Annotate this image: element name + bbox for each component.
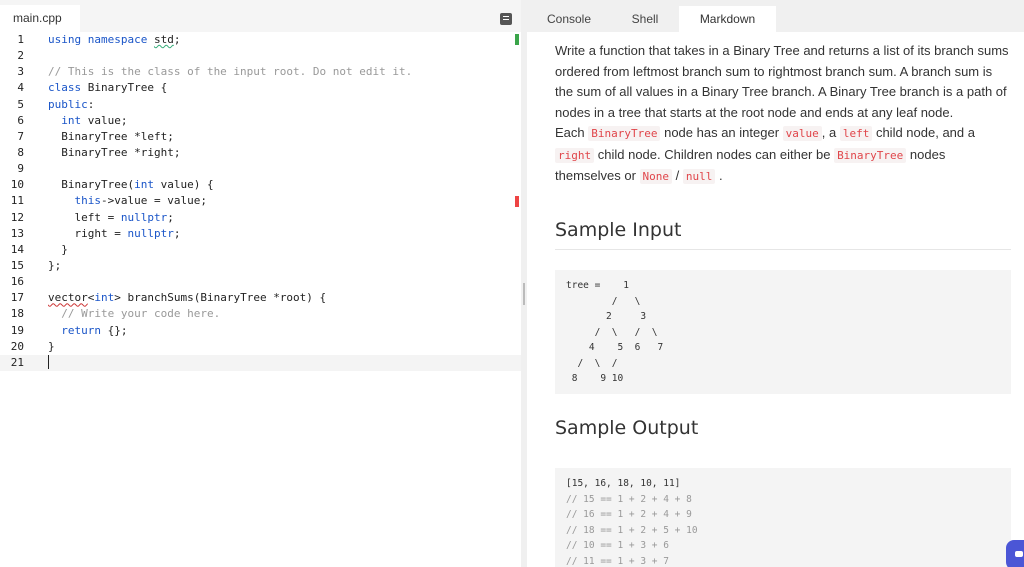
line-text[interactable]: BinaryTree *left; [48,129,174,145]
code-line[interactable]: 1 using namespace std; [0,32,521,48]
sample-output-block: [15, 16, 18, 10, 11] // 15 == 1 + 2 + 4 +… [555,468,1011,567]
file-tab-main-cpp[interactable]: main.cpp [0,5,80,32]
code-line[interactable]: 15}; [0,258,521,274]
code-line[interactable]: 18 // Write your code here. [0,306,521,322]
heading-divider [555,249,1011,250]
line-text[interactable]: return {}; [48,323,127,339]
code-area[interactable]: 1 using namespace std; 2 3 // This is the cl… [0,32,521,371]
line-text[interactable]: class BinaryTree { [48,80,167,96]
tab-shell[interactable]: Shell [611,6,679,32]
line-text[interactable]: } [48,339,55,355]
line-number: 4 [17,81,24,95]
tab-markdown[interactable]: Markdown [679,6,776,32]
code-line[interactable]: 10 BinaryTree(int value) { [0,177,521,193]
code-line[interactable]: 6 int value; [0,113,521,129]
line-number: 7 [17,129,24,143]
line-text[interactable]: int value; [48,113,127,129]
sample-output-comment: // 11 == 1 + 3 + 7 [566,555,669,567]
prompt-paragraph-2: Each BinaryTree node has an integer valu… [555,125,975,184]
line-text[interactable]: this->value = value; [48,193,207,209]
inline-code: BinaryTree [588,126,661,141]
line-text[interactable]: right = nullptr; [48,226,180,242]
line-number: 8 [17,145,24,159]
right-tab-bar: Console Shell Markdown [527,0,1024,32]
line-number: 18 [10,307,24,321]
line-number: 3 [17,65,24,79]
line-text[interactable]: }; [48,258,61,274]
inline-code: right [555,147,595,163]
line-text[interactable]: public: [48,97,94,113]
sample-output-comment: // 16 == 1 + 2 + 4 + 9 [566,509,692,520]
line-text[interactable]: BinaryTree *right; [48,145,180,161]
inline-code: value [782,126,822,141]
line-number: 10 [10,178,24,192]
line-number: 19 [10,323,24,337]
sample-output-comment: // 18 == 1 + 2 + 5 + 10 [566,524,698,536]
line-number: 15 [10,258,24,272]
code-line[interactable]: 4 class BinaryTree { [0,80,521,96]
problem-statement: Write a function that takes in a Binary … [555,41,1013,188]
line-number: 21 [10,355,24,369]
inline-code: left [839,126,873,141]
line-text[interactable]: vector<int> branchSums(BinaryTree *root)… [48,290,326,306]
tab-console[interactable]: Console [527,6,611,32]
chat-fab-button[interactable] [1006,540,1024,567]
line-text[interactable]: // Write your code here. [48,306,220,322]
gutter-mark-error [515,196,519,207]
editor-settings-icon[interactable] [500,13,512,25]
sample-output-code: [15, 16, 18, 10, 11] // 15 == 1 + 2 + 4 +… [566,476,698,567]
line-text[interactable]: BinaryTree(int value) { [48,177,213,193]
code-line[interactable]: 12 left = nullptr; [0,210,521,226]
code-line[interactable]: 9 [0,161,521,177]
code-line[interactable]: 19 return {}; [0,323,521,339]
code-line[interactable]: 3 // This is the class of the input root.… [0,64,521,80]
line-text[interactable] [48,354,49,371]
line-text[interactable]: } [48,242,68,258]
line-text[interactable]: // This is the class of the input root. … [48,64,412,80]
line-text[interactable]: using namespace std; [48,32,180,48]
code-line[interactable]: 11 this->value = value; [0,193,521,209]
line-number: 11 [10,194,24,208]
editor-tab-bar: main.cpp [0,0,521,32]
code-line[interactable]: 20} [0,339,521,355]
code-editor[interactable]: main.cpp 1 using namespace std; 2 3 // This … [0,0,521,567]
sample-output-result: [15, 16, 18, 10, 11] [566,478,681,489]
sample-input-block: tree = 1 / \ 2 3 / \ / \ 4 5 6 7 / \ / 8… [555,270,1011,394]
code-line[interactable]: 2 [0,48,521,64]
line-number: 2 [17,49,24,63]
sample-output-comment: // 10 == 1 + 3 + 6 [566,540,669,551]
inline-code: BinaryTree [834,147,907,163]
gutter-mark-ok [515,34,519,45]
line-number: 17 [10,291,24,305]
code-line[interactable]: 16 [0,274,521,290]
code-line[interactable]: 21 [0,354,521,371]
sample-output-heading: Sample Output [555,417,699,439]
sample-input-heading: Sample Input [555,219,682,241]
code-line[interactable]: 14 } [0,242,521,258]
splitter-handle[interactable] [523,283,525,305]
info-pane: Console Shell Markdown Write a function … [527,0,1024,567]
line-number: 5 [17,97,24,111]
line-number: 6 [17,113,24,127]
line-number: 13 [10,226,24,240]
line-number: 12 [10,210,24,224]
line-number: 20 [10,339,24,353]
sample-input-code: tree = 1 / \ 2 3 / \ / \ 4 5 6 7 / \ / 8… [566,280,664,384]
sample-output-comment: // 15 == 1 + 2 + 4 + 8 [566,493,692,505]
code-line[interactable]: 5 public: [0,97,521,113]
line-number: 1 [17,33,24,46]
code-line[interactable]: 8 BinaryTree *right; [0,145,521,161]
prompt-paragraph-1: Write a function that takes in a Binary … [555,43,1009,120]
code-line[interactable]: 17 vector<int> branchSums(BinaryTree *roo… [0,290,521,306]
line-number: 16 [10,275,24,289]
line-number: 9 [17,162,24,176]
code-line[interactable]: 7 BinaryTree *left; [0,129,521,145]
code-line[interactable]: 13 right = nullptr; [0,226,521,242]
inline-code: null [682,169,716,184]
inline-code: None [639,169,673,184]
line-text[interactable]: left = nullptr; [48,210,173,226]
line-number: 14 [10,242,24,256]
